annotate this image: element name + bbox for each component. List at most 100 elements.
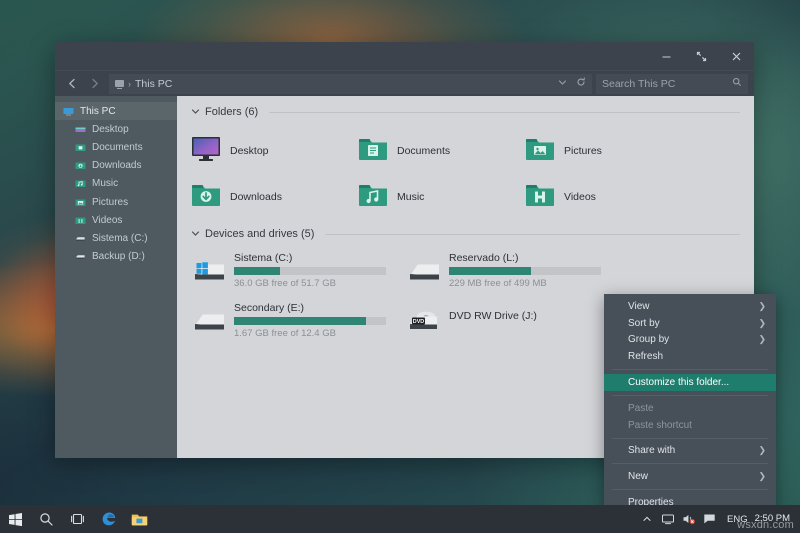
menu-item-group-by[interactable]: Group by ❯ [604,332,776,349]
search-icon[interactable] [732,77,742,90]
refresh-icon[interactable] [576,77,586,90]
chevron-right-icon: ❯ [758,334,766,345]
sidebar-item-documents[interactable]: Documents [55,138,177,156]
drive-usage-bar [234,267,386,275]
chevron-down-icon[interactable] [558,78,567,90]
sidebar-item-label: Sistema (C:) [92,233,148,244]
folder-item-pictures[interactable]: Pictures [525,128,692,174]
folder-label: Downloads [230,191,282,203]
sidebar-item-sistema-c[interactable]: Sistema (C:) [55,229,177,247]
explorer-button[interactable] [124,505,155,533]
sidebar-item-label: Music [92,178,118,189]
maximize-button[interactable] [684,42,719,70]
forward-button[interactable] [83,73,105,95]
drive-item-sistema-c[interactable]: Sistema (C:) 36.0 GB free of 51.7 GB [191,250,406,292]
monitor-icon [191,136,221,167]
folder-item-documents[interactable]: Documents [358,128,525,174]
sidebar-item-label: Videos [92,215,122,226]
drive-item-secondary-e[interactable]: Secondary (E:) 1.67 GB free of 12.4 GB [191,300,406,342]
folder-label: Documents [397,145,450,157]
network-icon[interactable] [657,505,678,533]
search-input[interactable]: Search This PC [602,78,675,90]
menu-separator [612,489,768,490]
sidebar-item-label: This PC [80,106,116,117]
menu-item-sort-by[interactable]: Sort by ❯ [604,315,776,332]
task-view-button[interactable] [62,505,93,533]
action-center-icon[interactable] [699,505,720,533]
folders-grid: Desktop Documents [191,128,740,220]
menu-item-refresh[interactable]: Refresh [604,348,776,365]
pictures-folder-icon [525,136,555,167]
chevron-down-icon[interactable] [191,107,200,118]
menu-item-view[interactable]: View ❯ [604,298,776,315]
context-menu[interactable]: View ❯ Sort by ❯ Group by ❯ Refresh Cust… [604,294,776,515]
pictures-icon [75,197,86,208]
navigation-pane[interactable]: This PC Desktop Documents Downloads [55,96,177,458]
folder-item-music[interactable]: Music [358,174,525,220]
breadcrumb-actions [558,77,586,90]
menu-separator [612,369,768,370]
windows-drive-icon [191,254,227,286]
menu-separator [612,438,768,439]
folders-group-title: Folders (6) [205,106,258,118]
folder-item-downloads[interactable]: Downloads [191,174,358,220]
window-titlebar[interactable] [55,42,754,70]
sidebar-item-label: Desktop [92,124,129,135]
menu-item-label: New [628,471,648,482]
breadcrumb-bar[interactable]: › This PC [109,74,592,94]
svg-text:DVD: DVD [413,319,424,325]
sidebar-item-pictures[interactable]: Pictures [55,193,177,211]
drive-icon [75,233,86,244]
drive-icon [406,254,442,286]
sidebar-item-this-pc[interactable]: This PC [55,102,177,120]
folder-item-desktop[interactable]: Desktop [191,128,358,174]
drive-icon [191,304,227,336]
sidebar-item-music[interactable]: Music [55,175,177,193]
chevron-right-icon: ❯ [758,318,766,329]
downloads-icon [75,160,86,171]
taskbar[interactable]: ENG 2:50 PM [0,505,800,533]
folders-group-header[interactable]: Folders (6) [191,106,740,118]
folder-label: Pictures [564,145,602,157]
documents-folder-icon [358,136,388,167]
drive-item-dvd-rw-j[interactable]: DVD DVD RW Drive (J:) [406,300,621,342]
sidebar-item-downloads[interactable]: Downloads [55,157,177,175]
menu-item-customize-this-folder[interactable]: Customize this folder... [604,374,776,391]
breadcrumb-current[interactable]: This PC [135,78,172,90]
close-button[interactable] [719,42,754,70]
menu-item-new[interactable]: New ❯ [604,468,776,485]
drive-name: Secondary (E:) [234,302,386,314]
menu-item-label: Sort by [628,318,660,329]
sidebar-item-desktop[interactable]: Desktop [55,120,177,138]
sidebar-item-backup-d[interactable]: Backup (D:) [55,248,177,266]
search-button[interactable] [31,505,62,533]
address-bar[interactable]: › This PC Search This PC [55,70,754,96]
menu-item-label: Customize this folder... [628,377,729,388]
folder-item-videos[interactable]: Videos [525,174,692,220]
drive-name: Sistema (C:) [234,252,386,264]
drive-item-reservado-l[interactable]: Reservado (L:) 229 MB free of 499 MB [406,250,621,292]
breadcrumb-separator-icon: › [128,79,131,89]
downloads-folder-icon [191,182,221,213]
start-button[interactable] [0,505,31,533]
menu-item-share-with[interactable]: Share with ❯ [604,443,776,460]
sidebar-item-label: Documents [92,142,143,153]
chevron-right-icon: ❯ [758,471,766,482]
menu-separator [612,395,768,396]
minimize-button[interactable] [649,42,684,70]
volume-muted-icon[interactable] [678,505,699,533]
drives-group-header[interactable]: Devices and drives (5) [191,228,740,240]
drive-usage-bar [234,317,386,325]
back-button[interactable] [61,73,83,95]
dvd-drive-icon: DVD [406,304,442,336]
this-pc-icon [115,80,124,87]
search-box[interactable]: Search This PC [596,74,748,94]
videos-folder-icon [525,182,555,213]
sidebar-item-label: Downloads [92,160,141,171]
chevron-down-icon[interactable] [191,229,200,240]
videos-icon [75,215,86,226]
drive-name: DVD RW Drive (J:) [449,310,537,322]
edge-button[interactable] [93,505,124,533]
chevron-up-icon[interactable] [636,505,657,533]
sidebar-item-videos[interactable]: Videos [55,211,177,229]
